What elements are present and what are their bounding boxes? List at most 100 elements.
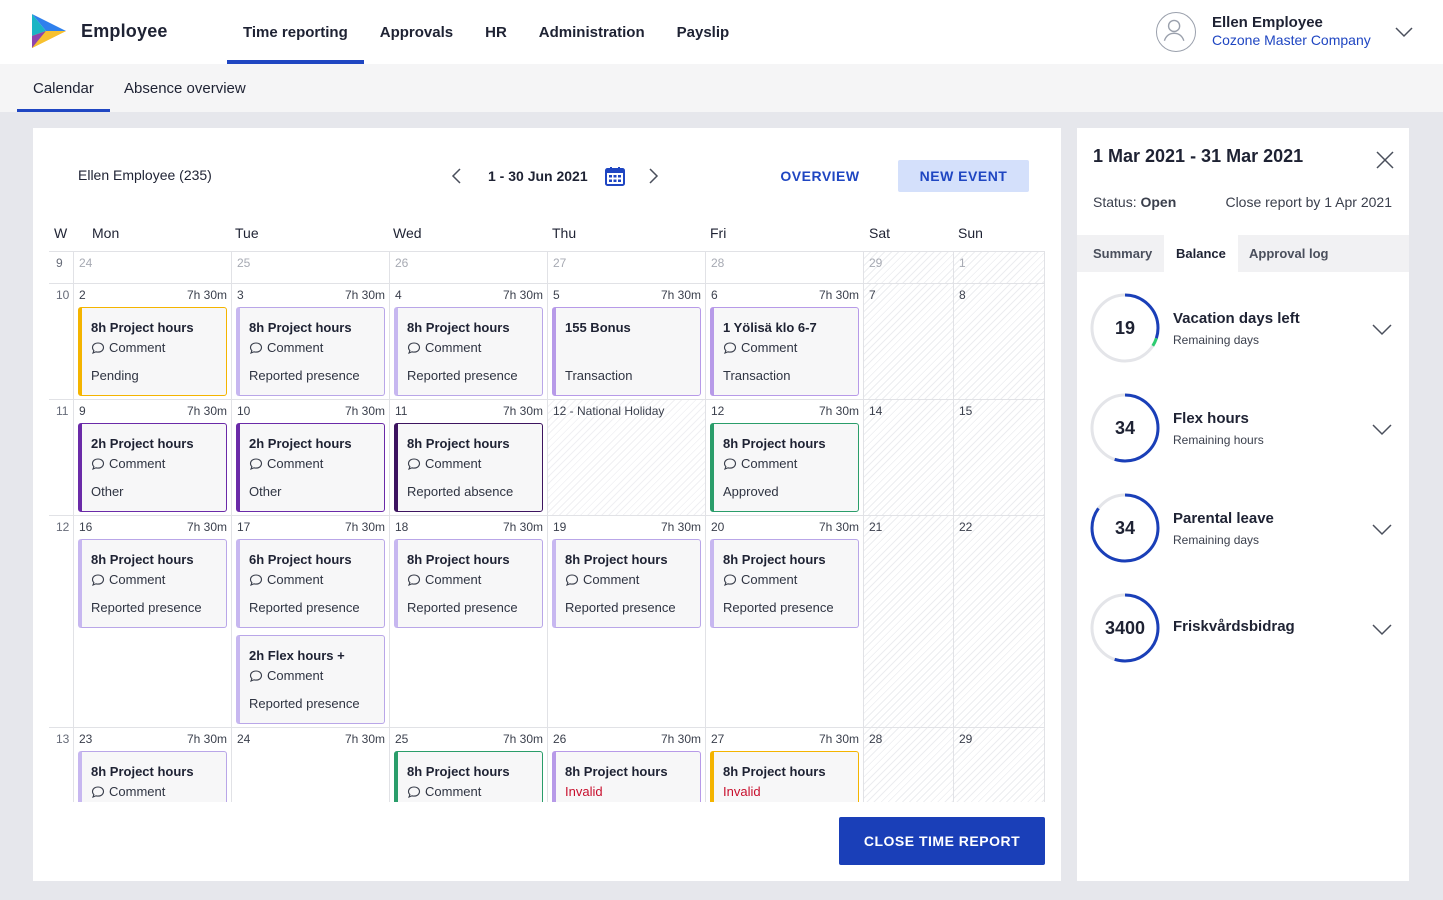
entry-comment[interactable]: Comment <box>249 668 323 683</box>
nav-administration[interactable]: Administration <box>523 0 661 64</box>
calendar-day-cell[interactable]: 24 <box>74 252 232 283</box>
nav-approvals[interactable]: Approvals <box>364 0 469 64</box>
chevron-down-icon[interactable] <box>1394 22 1414 42</box>
calendar-day-cell[interactable]: 12 - National Holiday <box>548 400 706 515</box>
entry-title: 8h Project hours <box>723 552 826 567</box>
calendar-day-cell[interactable]: 26 <box>390 252 548 283</box>
calendar-day-cell[interactable]: 21 <box>864 516 954 727</box>
time-entry-card[interactable]: 8h Project hours Comment <box>78 751 227 802</box>
entry-comment[interactable]: Comment <box>91 572 165 587</box>
day-hours: 7h 30m <box>818 732 859 746</box>
entry-comment[interactable]: Comment <box>249 456 323 471</box>
comment-label: Comment <box>109 456 166 471</box>
calendar-day-cell[interactable]: 25 <box>232 252 390 283</box>
comment-icon <box>407 457 421 470</box>
entry-comment[interactable]: Comment <box>723 340 797 355</box>
time-entry-card[interactable]: 155 Bonus Transaction <box>552 307 701 396</box>
overview-button[interactable]: OVERVIEW <box>770 160 870 192</box>
day-number: 4 <box>395 288 402 302</box>
comment-icon <box>723 457 737 470</box>
entry-comment[interactable]: Comment <box>723 572 797 587</box>
day-hours: 7h 30m <box>502 288 543 302</box>
calendar-day-cell[interactable]: 29 <box>954 728 1045 802</box>
entry-comment[interactable]: Comment <box>249 572 323 587</box>
time-entry-card[interactable]: 1 Yölisä klo 6-7 Comment Transaction <box>710 307 859 396</box>
time-entry-card[interactable]: 8h Project hours Comment Reported absence <box>394 423 543 512</box>
calendar-day-cell[interactable]: 22 <box>954 516 1045 727</box>
time-entry-card[interactable]: 8h Project hours Invalid <box>552 751 701 802</box>
entry-status: Invalid <box>723 784 761 799</box>
time-entry-card[interactable]: 8h Project hours Invalid <box>710 751 859 802</box>
entry-title: 8h Project hours <box>91 552 194 567</box>
calendar-day-cell[interactable]: 15 <box>954 400 1045 515</box>
tab-approval-log[interactable]: Approval log <box>1237 235 1340 272</box>
time-entry-card[interactable]: 8h Project hours Comment <box>394 751 543 802</box>
calendar-day-cell[interactable]: 24 7h 30m <box>232 728 390 802</box>
time-entry-card[interactable]: 8h Project hours Comment Reported presence <box>236 307 385 396</box>
entry-status: Reported presence <box>565 600 676 615</box>
entry-comment[interactable]: Comment <box>407 784 481 799</box>
time-entry-card[interactable]: 8h Project hours Comment Reported presence <box>394 539 543 628</box>
day-number: 23 <box>79 732 93 746</box>
tab-calendar[interactable]: Calendar <box>17 64 110 112</box>
entry-comment[interactable]: Comment <box>565 572 639 587</box>
time-entry-card[interactable]: 8h Project hours Comment Reported presence <box>552 539 701 628</box>
day-number: 25 <box>395 732 409 746</box>
day-number: 7 <box>869 288 876 302</box>
balance-unit: Remaining days <box>1173 533 1260 547</box>
time-entry-card[interactable]: 2h Flex hours + Comment Reported presence <box>236 635 385 724</box>
new-event-button[interactable]: NEW EVENT <box>898 160 1029 192</box>
close-icon[interactable] <box>1373 148 1397 172</box>
calendar-day-cell[interactable]: 28 <box>864 728 954 802</box>
calendar-day-cell[interactable]: 1 <box>954 252 1045 283</box>
chevron-down-icon[interactable] <box>1371 518 1393 540</box>
time-entry-card[interactable]: 2h Project hours Comment Other <box>236 423 385 512</box>
time-entry-card[interactable]: 8h Project hours Comment Approved <box>710 423 859 512</box>
nav-hr[interactable]: HR <box>469 0 523 64</box>
tab-summary[interactable]: Summary <box>1081 235 1164 272</box>
chevron-down-icon[interactable] <box>1371 418 1393 440</box>
time-entry-card[interactable]: 8h Project hours Comment Reported presence <box>394 307 543 396</box>
entry-comment[interactable]: Comment <box>91 340 165 355</box>
calendar-day-cell[interactable]: 28 <box>706 252 864 283</box>
balance-item[interactable]: 34 Flex hours Remaining hours <box>1077 392 1409 472</box>
week-number: 11 <box>49 400 74 515</box>
time-entry-card[interactable]: 6h Project hours Comment Reported presence <box>236 539 385 628</box>
day-hours: 7h 30m <box>344 732 385 746</box>
balance-item[interactable]: 3400 Friskvårdsbidrag <box>1077 592 1409 672</box>
calendar-day-cell[interactable]: 7 <box>864 284 954 399</box>
calendar-day-cell[interactable]: 29 <box>864 252 954 283</box>
time-entry-card[interactable]: 8h Project hours Comment Reported presence <box>78 539 227 628</box>
tab-balance[interactable]: Balance <box>1164 235 1238 272</box>
entry-comment[interactable]: Comment <box>91 784 165 799</box>
entry-comment[interactable]: Comment <box>91 456 165 471</box>
entry-comment[interactable]: Comment <box>249 340 323 355</box>
chevron-down-icon[interactable] <box>1371 318 1393 340</box>
calendar-day-cell[interactable]: 8 <box>954 284 1045 399</box>
balance-item[interactable]: 34 Parental leave Remaining days <box>1077 492 1409 572</box>
calendar-day-cell[interactable]: 27 <box>548 252 706 283</box>
main-nav: Time reporting Approvals HR Administrati… <box>227 0 745 64</box>
user-menu[interactable]: Ellen Employee Cozone Master Company <box>1156 12 1426 54</box>
tab-absence-overview[interactable]: Absence overview <box>124 64 246 112</box>
chevron-left-icon[interactable] <box>447 166 467 186</box>
day-hours: 7h 30m <box>818 520 859 534</box>
entry-comment[interactable]: Comment <box>407 572 481 587</box>
entry-comment[interactable]: Comment <box>723 456 797 471</box>
balance-item[interactable]: 19 Vacation days left Remaining days <box>1077 292 1409 372</box>
entry-comment[interactable]: Comment <box>407 456 481 471</box>
calendar-day-cell[interactable]: 14 <box>864 400 954 515</box>
day-number: 28 <box>869 732 883 746</box>
chevron-right-icon[interactable] <box>643 166 663 186</box>
time-entry-card[interactable]: 8h Project hours Comment Reported presence <box>710 539 859 628</box>
chevron-down-icon[interactable] <box>1371 618 1393 640</box>
nav-time-reporting[interactable]: Time reporting <box>227 0 364 64</box>
nav-payslip[interactable]: Payslip <box>661 0 746 64</box>
close-time-report-button[interactable]: CLOSE TIME REPORT <box>839 817 1045 865</box>
time-entry-card[interactable]: 2h Project hours Comment Other <box>78 423 227 512</box>
app-logo-icon[interactable] <box>32 14 66 48</box>
entry-comment[interactable]: Comment <box>407 340 481 355</box>
entry-title: 155 Bonus <box>565 320 631 335</box>
time-entry-card[interactable]: 8h Project hours Comment Pending <box>78 307 227 396</box>
calendar-icon[interactable] <box>603 164 627 188</box>
